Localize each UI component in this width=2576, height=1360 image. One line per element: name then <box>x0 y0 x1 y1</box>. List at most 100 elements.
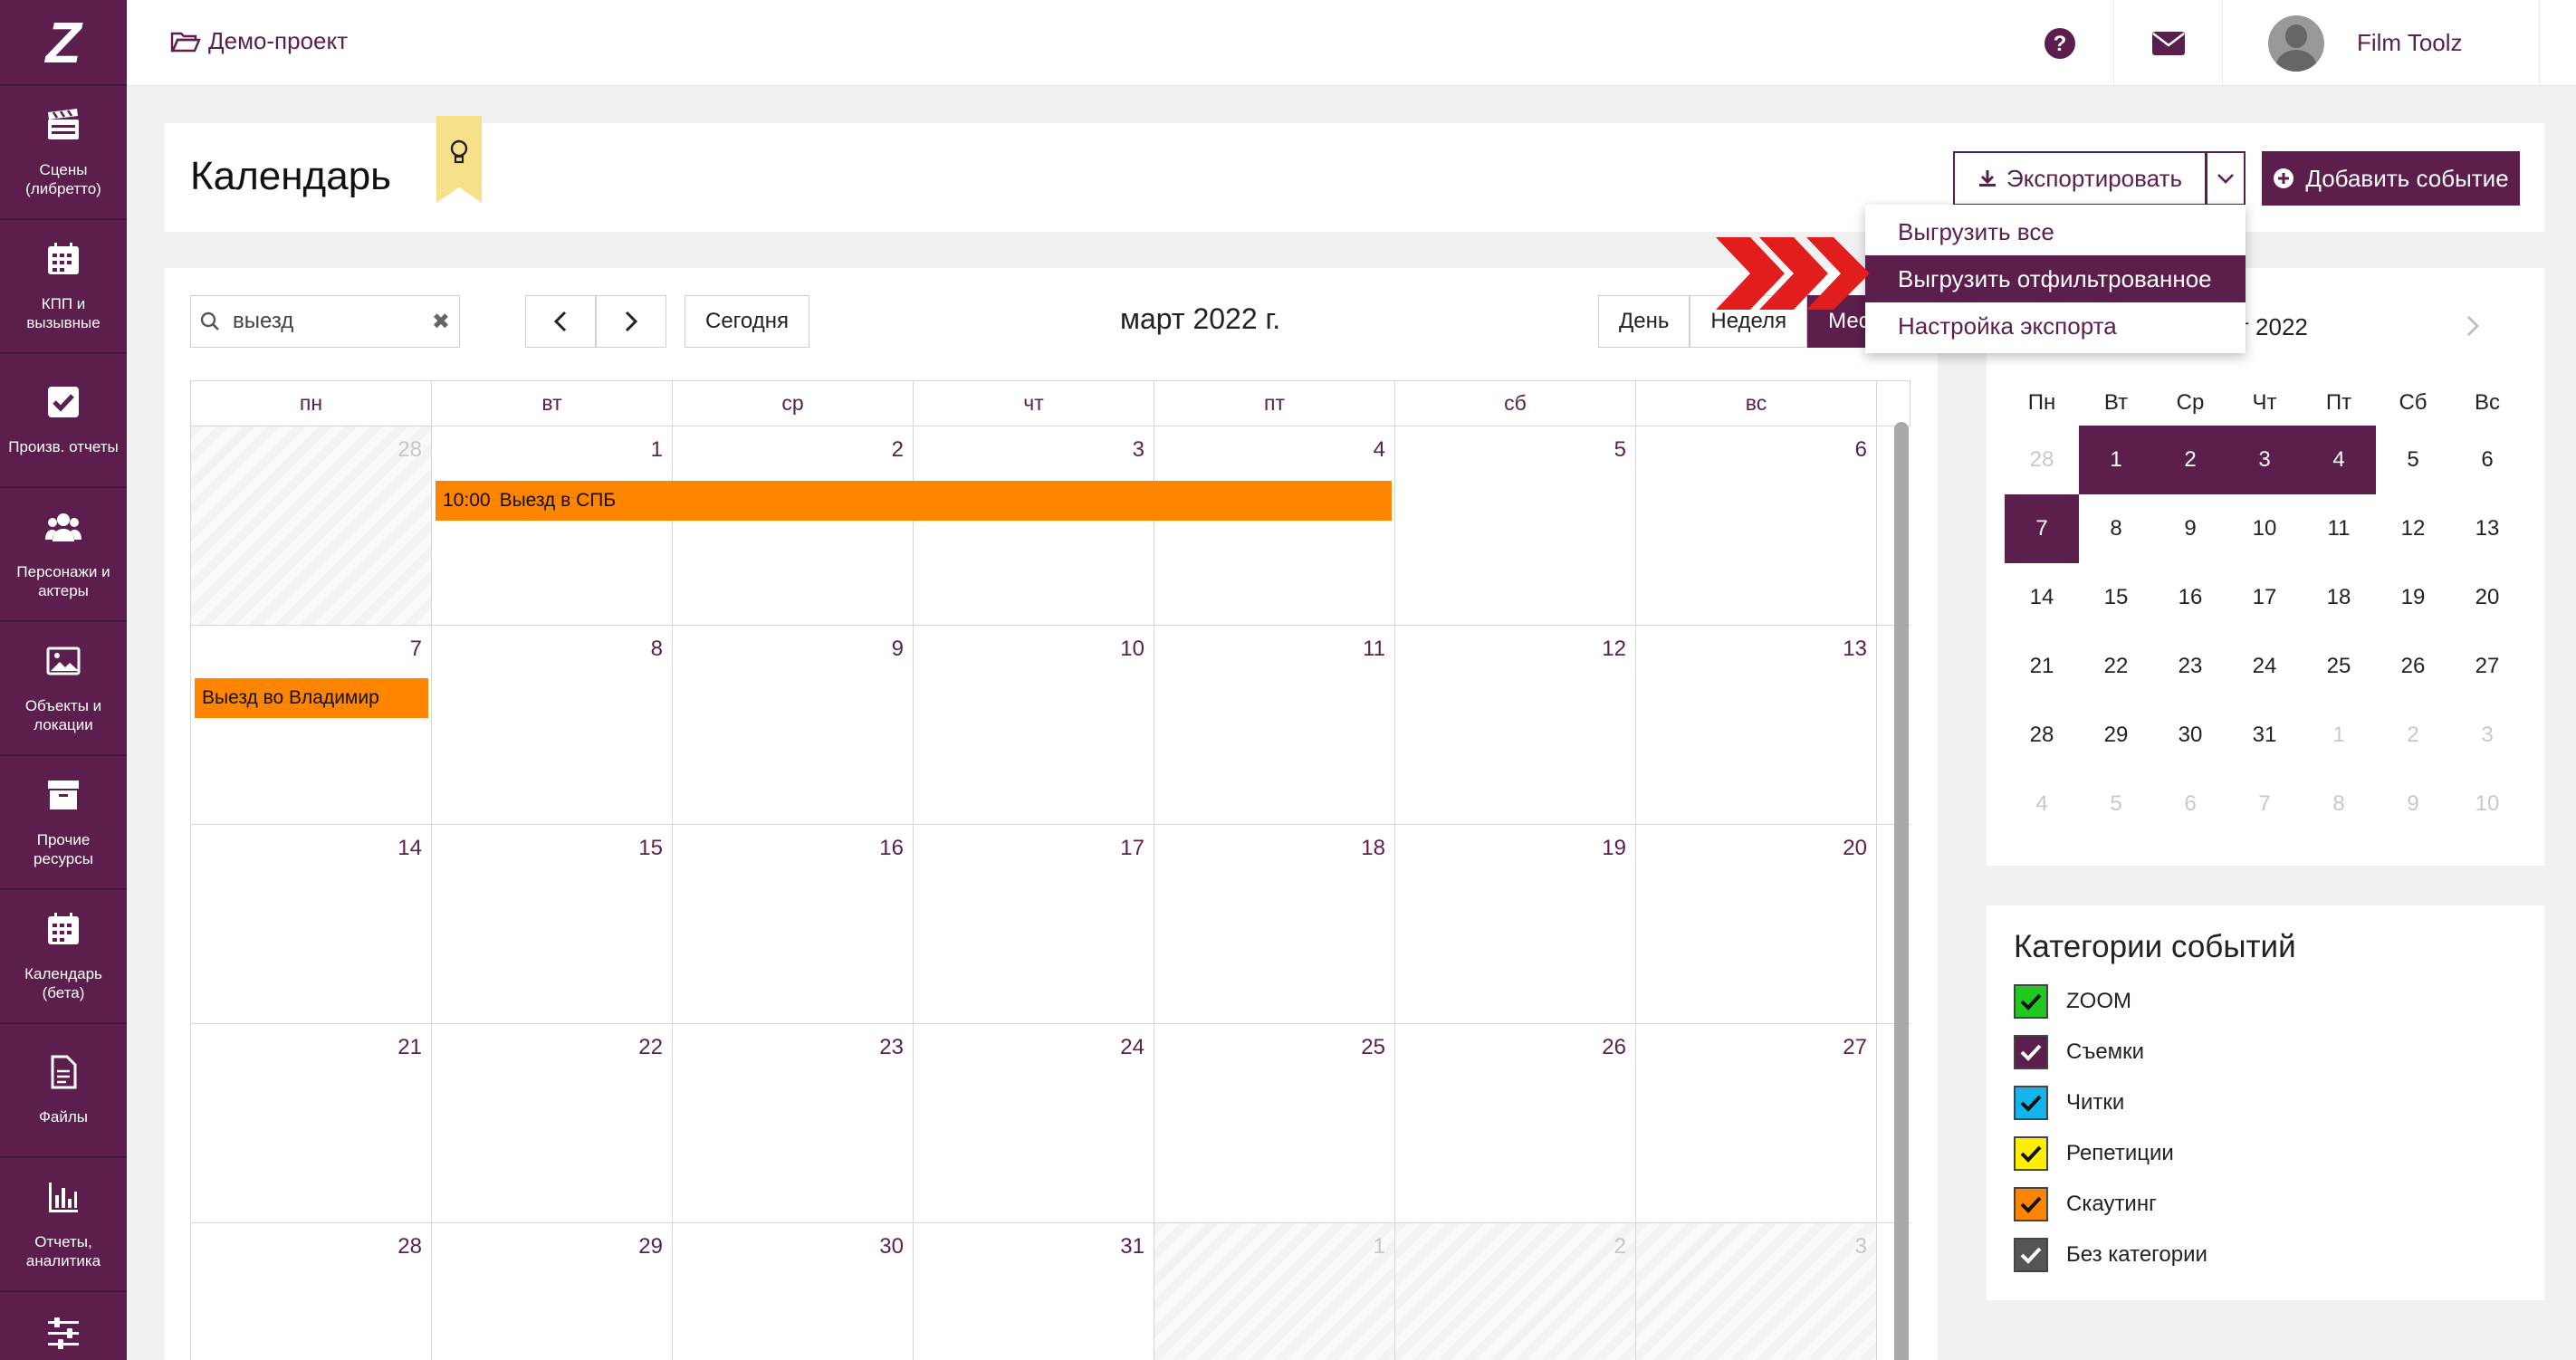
category-checkbox[interactable] <box>2014 1035 2048 1069</box>
mini-day[interactable]: 4 <box>2302 426 2376 494</box>
day-cell[interactable]: 30 <box>673 1223 914 1360</box>
mini-day[interactable]: 19 <box>2376 563 2450 632</box>
day-cell[interactable]: 5 <box>1395 426 1636 625</box>
day-cell[interactable]: 19 <box>1395 825 1636 1023</box>
day-cell[interactable]: 28 <box>191 1223 432 1360</box>
day-cell[interactable]: 11 <box>1154 626 1395 824</box>
day-cell[interactable]: 1 <box>432 426 673 625</box>
mini-day[interactable]: 7 <box>2227 770 2302 838</box>
tips-bookmark[interactable] <box>436 116 482 203</box>
mini-day[interactable]: 12 <box>2376 494 2450 563</box>
mini-day[interactable]: 5 <box>2376 426 2450 494</box>
calendar-event[interactable]: Выезд во Владимир <box>195 678 428 718</box>
day-cell[interactable]: 26 <box>1395 1024 1636 1222</box>
export-button[interactable]: Экспортировать <box>1953 151 2207 206</box>
category-checkbox[interactable] <box>2014 1187 2048 1221</box>
day-cell[interactable]: 29 <box>432 1223 673 1360</box>
day-cell[interactable]: 23 <box>673 1024 914 1222</box>
mini-day[interactable]: 31 <box>2227 701 2302 770</box>
day-cell[interactable]: 31 <box>914 1223 1154 1360</box>
day-cell[interactable]: 20 <box>1636 825 1877 1023</box>
mini-day[interactable]: 30 <box>2153 701 2227 770</box>
day-cell[interactable]: 21 <box>191 1024 432 1222</box>
mini-day[interactable]: 9 <box>2153 494 2227 563</box>
category-checkbox[interactable] <box>2014 1136 2048 1171</box>
next-month-button[interactable] <box>596 295 666 348</box>
add-event-button[interactable]: Добавить событие <box>2262 151 2520 206</box>
mini-day[interactable]: 6 <box>2153 770 2227 838</box>
day-cell[interactable]: 8 <box>432 626 673 824</box>
today-button[interactable]: Сегодня <box>685 295 809 348</box>
day-cell[interactable]: 7 <box>191 626 432 824</box>
day-cell[interactable]: 2 <box>673 426 914 625</box>
mini-day[interactable]: 17 <box>2227 563 2302 632</box>
day-cell[interactable]: 28 <box>191 426 432 625</box>
category-checkbox[interactable] <box>2014 1238 2048 1272</box>
help-button[interactable]: ? <box>2006 0 2114 86</box>
search-input[interactable]: выезд ✖ <box>190 295 460 348</box>
day-cell[interactable]: 2 <box>1395 1223 1636 1360</box>
sidebar-item-0[interactable]: Сцены (либретто) <box>0 86 127 220</box>
category-checkbox[interactable] <box>2014 984 2048 1019</box>
mini-day[interactable]: 4 <box>2005 770 2079 838</box>
mini-day[interactable]: 3 <box>2227 426 2302 494</box>
mini-day[interactable]: 2 <box>2153 426 2227 494</box>
day-cell[interactable]: 27 <box>1636 1024 1877 1222</box>
prev-month-button[interactable] <box>525 295 596 348</box>
day-cell[interactable]: 12 <box>1395 626 1636 824</box>
category-item[interactable]: Съемки <box>2014 1027 2207 1077</box>
sidebar-item-2[interactable]: Произв. отчеты <box>0 354 127 488</box>
day-cell[interactable]: 15 <box>432 825 673 1023</box>
mini-day[interactable]: 10 <box>2227 494 2302 563</box>
mini-day[interactable]: 21 <box>2005 632 2079 701</box>
category-item[interactable]: Репетиции <box>2014 1128 2207 1179</box>
mini-day[interactable]: 29 <box>2079 701 2153 770</box>
mini-day[interactable]: 5 <box>2079 770 2153 838</box>
mini-day[interactable]: 26 <box>2376 632 2450 701</box>
export-menu-item-0[interactable]: Выгрузить все <box>1865 208 2246 255</box>
mini-day[interactable]: 27 <box>2450 632 2524 701</box>
app-logo[interactable]: Z <box>0 0 127 86</box>
export-menu-item-2[interactable]: Настройка экспорта <box>1865 302 2246 350</box>
sidebar-item-4[interactable]: Объекты и локации <box>0 622 127 756</box>
mini-day[interactable]: 24 <box>2227 632 2302 701</box>
mini-day[interactable]: 11 <box>2302 494 2376 563</box>
category-item[interactable]: ZOOM <box>2014 976 2207 1027</box>
day-cell[interactable]: 13 <box>1636 626 1877 824</box>
clear-search-icon[interactable]: ✖ <box>432 309 450 335</box>
category-item[interactable]: Без категории <box>2014 1230 2207 1280</box>
mini-day[interactable]: 18 <box>2302 563 2376 632</box>
messages-button[interactable] <box>2114 0 2223 86</box>
category-checkbox[interactable] <box>2014 1086 2048 1120</box>
day-cell[interactable]: 3 <box>914 426 1154 625</box>
mini-day[interactable]: 6 <box>2450 426 2524 494</box>
day-cell[interactable]: 16 <box>673 825 914 1023</box>
day-cell[interactable]: 3 <box>1636 1223 1877 1360</box>
sidebar-item-5[interactable]: Прочие ресурсы <box>0 756 127 890</box>
sidebar-item-8[interactable]: Отчеты, аналитика <box>0 1158 127 1292</box>
sidebar-item-9[interactable] <box>0 1292 127 1360</box>
calendar-scrollbar[interactable] <box>1894 422 1909 1360</box>
mini-next-button[interactable] <box>2466 315 2479 341</box>
breadcrumb[interactable]: Демо-проект <box>170 27 348 55</box>
mini-day[interactable]: 1 <box>2079 426 2153 494</box>
mini-day[interactable]: 13 <box>2450 494 2524 563</box>
day-cell[interactable]: 22 <box>432 1024 673 1222</box>
mini-day[interactable]: 9 <box>2376 770 2450 838</box>
user-menu[interactable]: Film Toolz <box>2241 0 2540 86</box>
export-menu-item-1[interactable]: Выгрузить отфильтрованное <box>1865 255 2246 302</box>
mini-day[interactable]: 3 <box>2450 701 2524 770</box>
sidebar-item-3[interactable]: Персонажи и актеры <box>0 488 127 622</box>
calendar-event[interactable]: 10:00 Выезд в СПБ <box>436 481 1392 521</box>
mini-day[interactable]: 10 <box>2450 770 2524 838</box>
day-cell[interactable]: 1 <box>1154 1223 1395 1360</box>
mini-day[interactable]: 1 <box>2302 701 2376 770</box>
mini-day[interactable]: 22 <box>2079 632 2153 701</box>
day-cell[interactable]: 4 <box>1154 426 1395 625</box>
sidebar-item-7[interactable]: Файлы <box>0 1024 127 1158</box>
category-item[interactable]: Читки <box>2014 1077 2207 1128</box>
view-button-0[interactable]: День <box>1598 295 1690 348</box>
mini-day[interactable]: 8 <box>2302 770 2376 838</box>
mini-day[interactable]: 28 <box>2005 426 2079 494</box>
mini-day[interactable]: 23 <box>2153 632 2227 701</box>
